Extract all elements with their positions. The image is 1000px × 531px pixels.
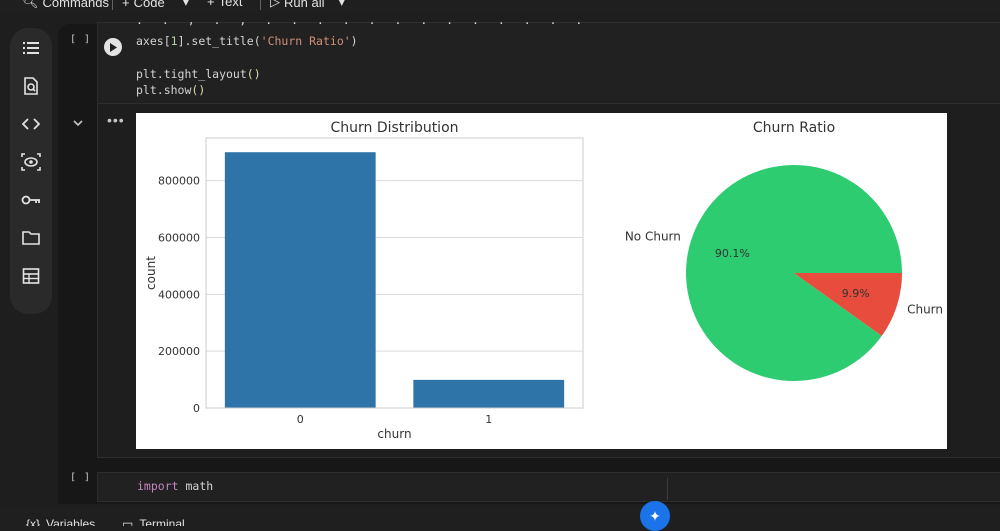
commands-label: Commands [42,0,109,10]
side-rail [10,28,52,314]
pie-value-label: 90.1% [715,247,750,260]
code-label: Code [133,0,165,10]
variables-inspector-icon[interactable] [21,152,41,172]
y-tick-label: 0 [193,402,200,415]
find-icon[interactable] [21,76,41,96]
run-all-label: Run all [284,0,325,10]
toolbar-divider [112,0,113,10]
cell-execution-count: [ ] [70,34,92,45]
bar-0 [224,152,376,408]
toolbar-divider [260,0,261,10]
run-cell-button[interactable] [104,38,122,56]
bar-1 [413,379,565,408]
commands-button[interactable]: 🔍︎ Commands [22,0,109,10]
data-table-icon[interactable] [21,266,41,286]
search-icon: 🔍︎ [22,0,39,9]
y-axis-label: count [144,256,158,290]
terminal-label: Terminal [139,517,185,526]
pie-chart-title: Churn Ratio [753,120,835,136]
y-tick-label: 800000 [158,175,200,188]
text-label: Text [218,0,243,9]
code-line-1: import math [137,479,214,493]
pie-label: Churn [907,302,943,316]
clipped-code-line: . . , . , . . . . . . . . . . . . . [97,22,1000,28]
code-line-2: plt.tight_layout() [136,67,261,81]
table-of-contents-icon[interactable] [21,38,41,58]
y-tick-label: 400000 [158,288,200,301]
pie-value-label: 9.9% [842,287,870,300]
add-text-button[interactable]: + Text [207,0,242,9]
terminal-button[interactable]: ▭ Terminal [122,517,185,526]
add-code-button[interactable]: + Code ▾ [122,0,189,10]
clipped-code-line: . . . . . . . . . . . . . [137,496,410,501]
braces-icon: {x} [26,517,41,526]
play-icon: ▷ [270,0,280,9]
x-tick-label: 0 [297,413,304,426]
code-cell[interactable]: import math . . . . . . . . . . . . . [97,472,1000,502]
terminal-icon: ▭ [122,517,134,526]
plus-icon: + [207,0,215,9]
cell-divider [667,478,668,500]
collapse-output-chevron-icon[interactable] [73,116,83,130]
y-tick-label: 200000 [158,345,200,358]
secrets-key-icon[interactable] [21,190,41,210]
y-tick-label: 600000 [158,231,200,244]
play-icon [110,42,117,52]
bar-chart-title: Churn Distribution [330,120,458,136]
output-actions-button[interactable]: ••• [107,112,125,128]
plus-icon: + [122,0,130,10]
code-line-3: plt.show() [136,83,206,97]
cell-execution-count: [ ] [70,472,92,483]
code-line-1: axes[1].set_title('Churn Ratio') [136,34,358,48]
variables-button[interactable]: {x} Variables [26,517,95,526]
notebook-toolbar: 🔍︎ Commands + Code ▾ + Text ▷ Run all ▾ [0,0,1000,14]
run-all-button[interactable]: ▷ Run all ▾ [270,0,345,10]
gemini-sparkle-button[interactable]: ✦ [640,501,670,531]
chart-svg: Churn Distribution 0 200000 400000 600000 800… [144,120,943,441]
x-tick-label: 1 [485,413,492,426]
x-axis-label: churn [377,427,411,441]
chevron-down-icon[interactable]: ▾ [183,0,190,10]
sparkle-icon: ✦ [649,507,661,524]
code-snippets-icon[interactable] [21,114,41,134]
plot-figure: Churn Distribution 0 200000 400000 600000 800… [136,113,947,449]
files-folder-icon[interactable] [21,228,41,248]
pie-label: No Churn [625,230,681,244]
variables-label: Variables [46,517,96,526]
bottom-bar: {x} Variables ▭ Terminal [0,508,1000,526]
chevron-down-icon[interactable]: ▾ [338,0,345,10]
